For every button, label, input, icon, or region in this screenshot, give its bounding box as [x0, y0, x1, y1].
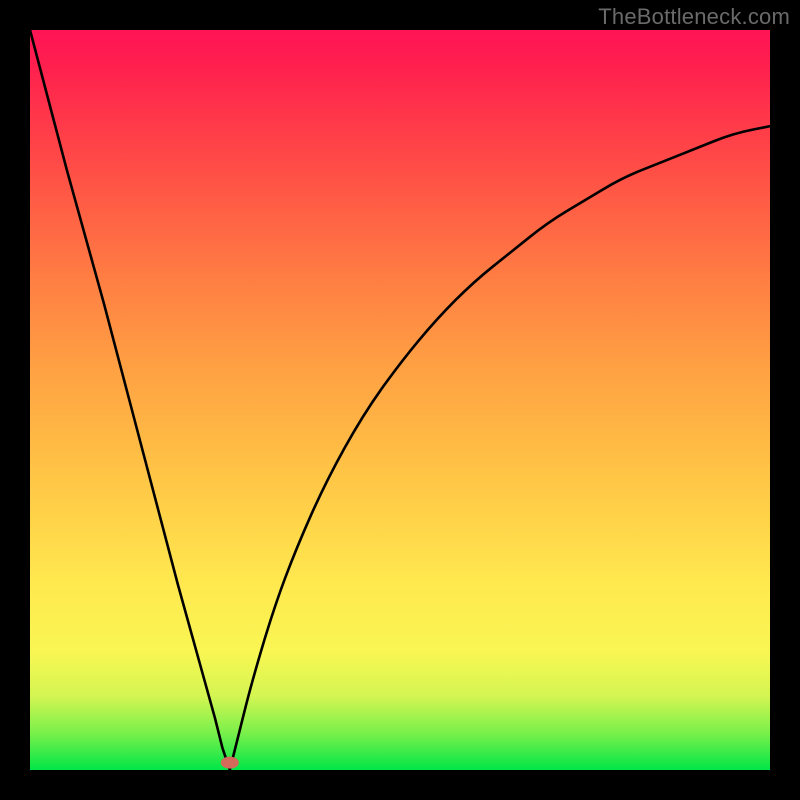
chart-frame: TheBottleneck.com: [0, 0, 800, 800]
plot-area: [30, 30, 770, 770]
curve-right-branch: [230, 126, 770, 770]
minimum-marker: [221, 757, 239, 769]
curve-left-branch: [30, 30, 230, 770]
watermark-text: TheBottleneck.com: [598, 4, 790, 30]
curve-group: [30, 30, 770, 770]
curve-svg: [30, 30, 770, 770]
